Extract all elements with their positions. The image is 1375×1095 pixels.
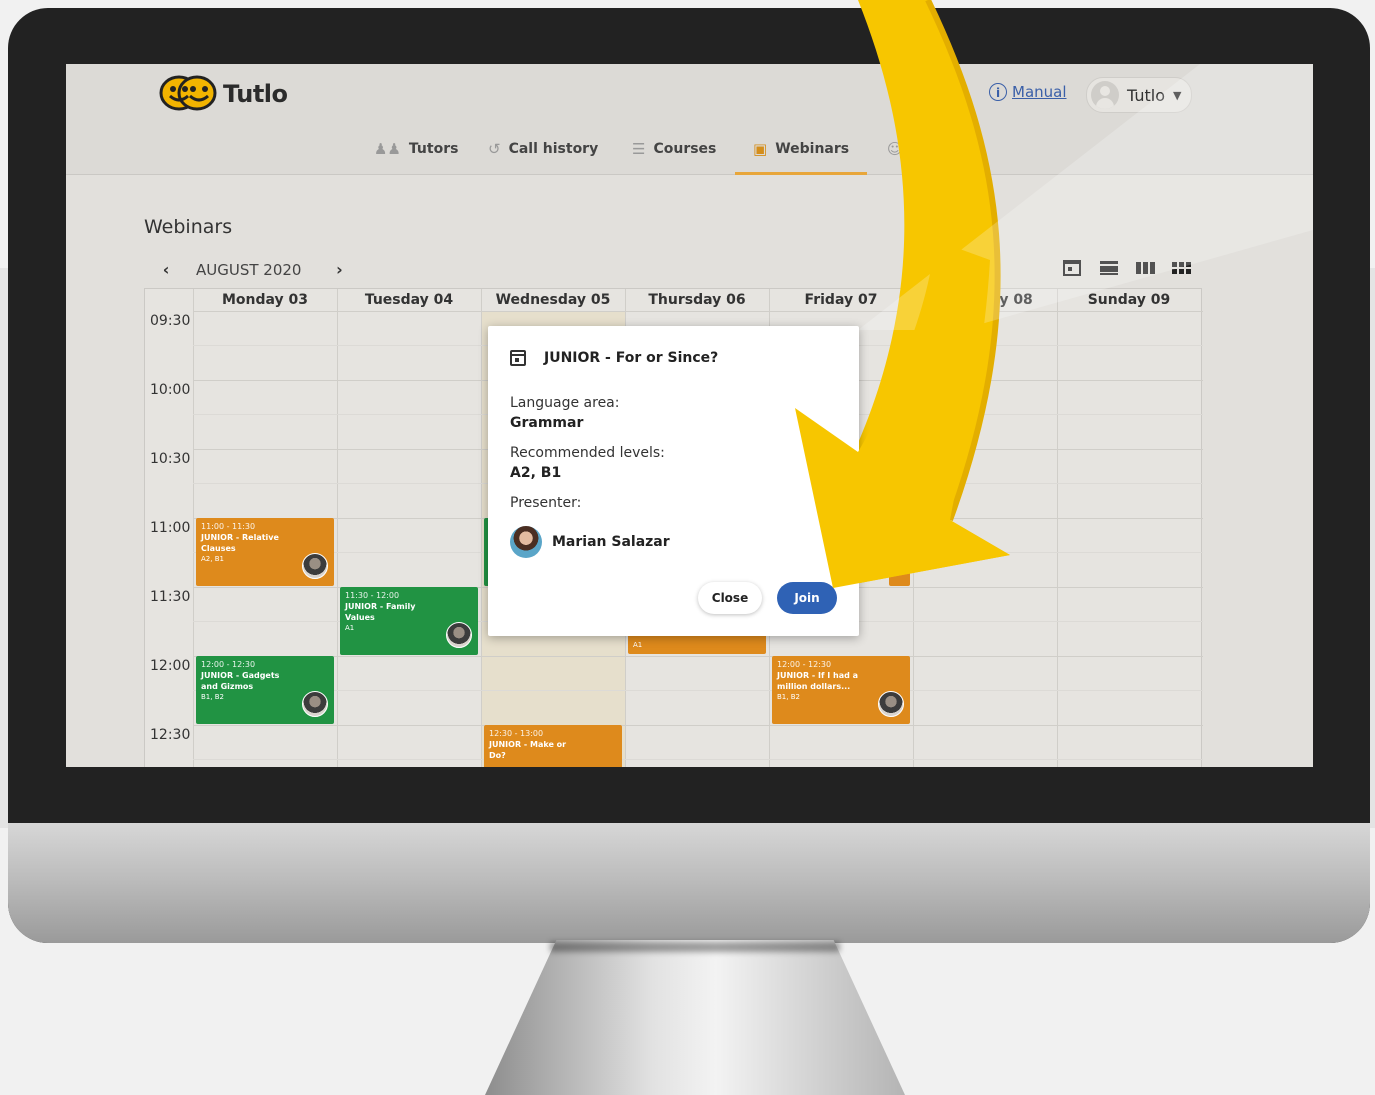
presenter-row: Marian Salazar [510,526,670,558]
account-icon: ☺ [887,140,903,158]
day-header: Sunday 09 [1087,292,1171,308]
day-header: Monday 03 [221,292,309,308]
week-view-icon[interactable] [1135,260,1155,276]
time-label: 11:00 [150,520,191,536]
webinar-details-dialog: JUNIOR - For or Since? Language area: Gr… [488,326,859,636]
levels-label: Recommended levels: [510,445,665,461]
nav-account[interactable]: ☺ Account [887,126,974,172]
day-header: Friday 07 [804,292,878,308]
page-title: Webinars [144,216,233,238]
grid-line [193,690,1203,691]
time-label: 10:00 [150,382,191,398]
dialog-title: JUNIOR - For or Since? [510,350,718,366]
month-label: AUGUST 2020 [196,260,302,279]
event-title: JUNIOR - Relative Clauses [201,533,279,553]
nav-label: Courses [653,141,717,157]
user-avatar-icon [1091,81,1119,109]
app-header: Tutlo i Manual Tutlo ▼ [66,64,1313,127]
nav-label: Call history [508,141,599,157]
history-icon: ↺ [488,140,501,158]
grid-line [193,725,1203,726]
month-view-icon[interactable] [1171,260,1191,276]
join-button[interactable]: Join [777,582,837,614]
event-time: 11:30 - 12:00 [345,591,400,600]
grid-line [913,289,914,767]
time-label: 10:30 [150,451,191,467]
calendar-event[interactable]: 11:30 - 12:00 JUNIOR - Family Values A1 [340,587,478,655]
logo-mark-icon [159,75,217,111]
next-month-button[interactable]: › [329,260,349,279]
list-view-icon[interactable] [1099,260,1119,276]
event-title: JUNIOR - If I had a million dollars... [777,671,859,691]
calendar-event[interactable]: 12:00 - 12:30 JUNIOR - Gadgets and Gizmo… [196,656,334,724]
event-title: JUNIOR - Make or Do? [489,740,567,760]
calendar-event[interactable]: 12:30 - 13:00 JUNIOR - Make or Do? [484,725,622,767]
nav-webinars[interactable]: ▣ Webinars [735,126,868,175]
list-icon: ☰ [632,140,646,158]
grid-line [193,289,194,767]
calendar-event[interactable] [889,572,910,586]
presenter-avatar [878,691,904,717]
day-header: Thursday 06 [648,292,746,308]
presenter-avatar [302,553,328,579]
time-label: 12:00 [150,658,191,674]
manual-link[interactable]: i Manual [989,83,1067,101]
day-header: Tuesday 04 [364,292,454,308]
day-header: Wednesday 05 [495,292,611,308]
nav-call-history[interactable]: ↺ Call history [488,126,598,172]
grid-line [337,289,338,767]
nav-courses[interactable]: ☰ Courses [632,126,716,172]
nav-label: Tutors [408,141,459,157]
close-button[interactable]: Close [698,582,762,614]
view-switcher [1063,260,1191,276]
stand-shadow [550,942,840,952]
event-time: 12:00 - 12:30 [201,660,256,669]
nav-tutors[interactable]: ♟♟ Tutors [374,126,458,172]
chevron-down-icon: ▼ [1173,88,1182,102]
event-title: JUNIOR - Family Values [345,602,416,622]
event-levels: A1 [633,641,643,649]
grid-line [193,311,1203,312]
calendar-event[interactable]: 11:00 - 11:30 JUNIOR - Relative Clauses … [196,518,334,586]
calendar-event[interactable]: 12:00 - 12:30 JUNIOR - If I had a millio… [772,656,910,724]
grid-line [193,656,1203,657]
presenter-avatar [446,622,472,648]
event-time: 12:30 - 13:00 [489,729,544,738]
monitor-stand [485,940,905,1095]
nav-label: Account [910,141,975,157]
user-menu[interactable]: Tutlo ▼ [1086,77,1193,113]
people-icon: ♟♟ [374,140,401,158]
time-label: 12:30 [150,727,191,743]
event-time: 12:00 - 12:30 [777,660,832,669]
presenter-name: Marian Salazar [552,534,670,550]
user-name: Tutlo [1127,85,1165,105]
month-navigator: ‹ AUGUST 2020 › [156,260,349,279]
language-area-label: Language area: [510,395,620,411]
nav-label: Webinars [775,141,850,157]
event-title: JUNIOR - Gadgets and Gizmos [201,671,280,691]
dialog-title-text: JUNIOR - For or Since? [544,350,719,366]
presenter-avatar [510,526,542,558]
grid-line [1057,289,1058,767]
monitor-chin [8,823,1370,943]
manual-label: Manual [1012,83,1067,101]
event-time: 11:00 - 11:30 [201,522,256,531]
language-area-value: Grammar [510,415,584,431]
webinar-icon: ▣ [753,140,768,158]
logo[interactable]: Tutlo [159,74,288,114]
grid-line [193,759,1203,760]
prev-month-button[interactable]: ‹ [156,260,176,279]
grid-line [481,289,482,767]
main-nav: ♟♟ Tutors ↺ Call history ☰ Courses ▣ Web… [66,126,1313,175]
day-view-icon[interactable] [1063,260,1083,276]
time-label: 11:30 [150,589,191,605]
time-label: 09:30 [150,313,191,329]
info-icon: i [989,83,1007,101]
presenter-label: Presenter: [510,495,582,511]
logo-text: Tutlo [223,80,288,108]
presenter-avatar [302,691,328,717]
calendar-icon [510,350,526,366]
day-header: Saturday 08 [937,292,1033,308]
levels-value: A2, B1 [510,465,562,481]
